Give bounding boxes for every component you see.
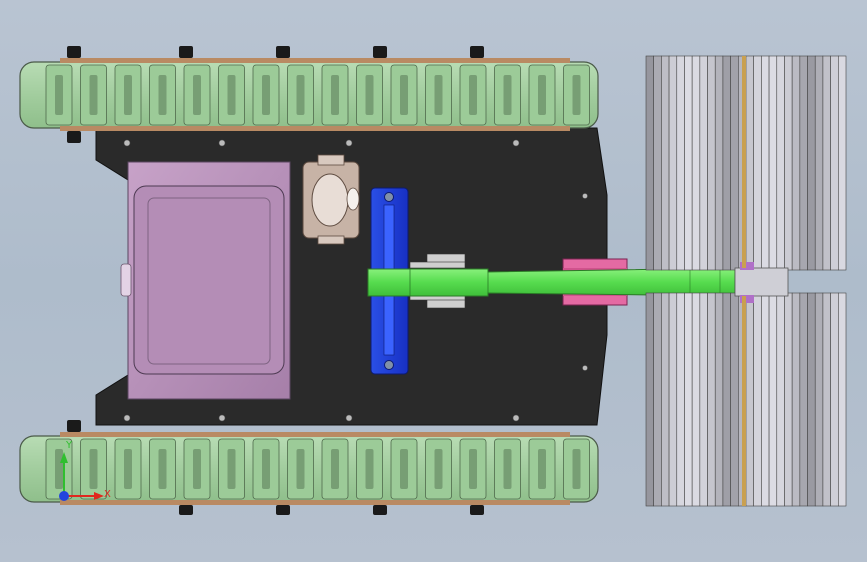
roller-fin (691, 55, 701, 271)
roller-fin (761, 55, 770, 271)
roller-fin (830, 55, 839, 271)
triad-z-axis (59, 491, 69, 501)
roller-fin (814, 292, 824, 507)
roller-fin (776, 292, 785, 507)
roller-fin (691, 292, 701, 507)
roller-fin (668, 55, 678, 271)
roller-fin (822, 55, 831, 271)
roller-fin (784, 55, 793, 271)
left-track[interactable] (19, 46, 599, 143)
roller-fin (684, 55, 693, 271)
roller-fin (799, 55, 808, 271)
roller-fin (714, 55, 724, 271)
roller-fin (661, 55, 670, 271)
roller-fin (753, 55, 762, 271)
roller-fin (645, 55, 654, 271)
roller-fin (668, 292, 678, 507)
roller-fin (814, 55, 824, 271)
roller-fin (768, 292, 778, 507)
roller-fin (768, 55, 778, 271)
roller-fin (722, 292, 731, 507)
roller-fin (730, 55, 739, 271)
roller-fin (791, 292, 801, 507)
roller-fin (714, 292, 724, 507)
roller-fin (684, 292, 693, 507)
roller-fin (676, 55, 685, 271)
roller-fin (653, 292, 662, 507)
roller-fin (699, 292, 708, 507)
roller-fin (661, 292, 670, 507)
roller-fin (645, 292, 654, 507)
roller-fin (745, 292, 754, 507)
roller-fin (838, 292, 847, 507)
roller-fin (799, 292, 808, 507)
roller-fin (707, 55, 716, 271)
roller-fin (707, 292, 716, 507)
roller-fin (761, 292, 770, 507)
cad-viewport[interactable]: X Y (0, 0, 867, 562)
roller-fin (830, 292, 839, 507)
roller-fin (699, 55, 708, 271)
roller-fin (807, 55, 816, 271)
green-arm[interactable] (367, 267, 736, 297)
roller-fin (791, 55, 801, 271)
roller-fin (653, 55, 662, 271)
battery-box[interactable] (120, 161, 291, 400)
roller-fin (745, 55, 754, 271)
triad-x-label: X (104, 489, 111, 500)
roller-fin (722, 55, 731, 271)
roller-fin (730, 292, 739, 507)
right-track[interactable] (19, 420, 599, 515)
motor-mount[interactable] (302, 154, 360, 245)
roller-fin (776, 55, 785, 271)
roller-fin (676, 292, 685, 507)
roller-fin (784, 292, 793, 507)
roller-fin (807, 292, 816, 507)
triad-y-label: Y (65, 440, 73, 451)
roller-fin (822, 292, 831, 507)
roller-fin (838, 55, 847, 271)
roller-fin (753, 292, 762, 507)
